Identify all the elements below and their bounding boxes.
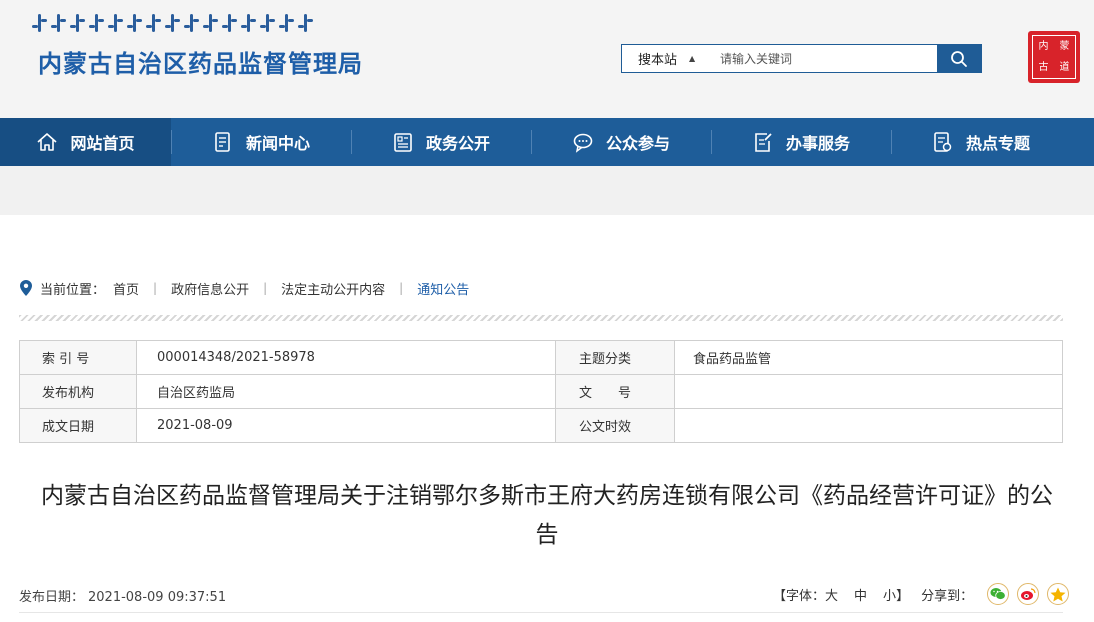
meta-value xyxy=(674,374,1063,409)
nav-item-government-affairs[interactable]: 政务公开 xyxy=(351,118,531,166)
caret-up-icon: ▲ xyxy=(689,54,696,63)
search-button[interactable] xyxy=(937,45,981,72)
document-icon xyxy=(394,133,412,152)
site-title[interactable]: 内蒙古自治区药品监督管理局 xyxy=(38,44,363,79)
nav-item-label: 办事服务 xyxy=(785,134,850,153)
nav-item-home[interactable]: 网站首页 xyxy=(0,118,171,166)
article-tools: 【字体： 大 中 小 】 分享到： xyxy=(773,583,1070,605)
search-scope-label: 搜本站 xyxy=(638,53,678,68)
breadcrumb-separator: | xyxy=(399,281,404,295)
table-row: 索 引 号 000014348/2021-58978 主题分类 食品药品监管 xyxy=(19,340,1063,375)
edit-form-icon xyxy=(755,133,772,152)
meta-label: 文 号 xyxy=(555,374,675,409)
divider-stripe xyxy=(19,315,1063,321)
font-size-small[interactable]: 小 xyxy=(883,585,896,604)
article-title: 内蒙古自治区药品监督管理局关于注销鄂尔多斯市王府大药房连锁有限公司《药品经营许可… xyxy=(41,483,1053,548)
nav-item-services[interactable]: 办事服务 xyxy=(711,118,891,166)
weibo-icon xyxy=(1021,588,1036,600)
breadcrumb-separator: | xyxy=(153,281,158,295)
topic-icon xyxy=(934,132,952,152)
nav-item-label: 新闻中心 xyxy=(245,134,310,153)
font-size-medium[interactable]: 中 xyxy=(854,585,867,604)
share-favorite-button[interactable] xyxy=(1047,583,1070,605)
nav-item-public-participation[interactable]: 公众参与 xyxy=(531,118,711,166)
publish-date: 发布日期： 2021-08-09 09:37:51 xyxy=(19,586,226,605)
chat-icon xyxy=(573,133,593,153)
breadcrumb-link-notices[interactable]: 通知公告 xyxy=(417,279,469,298)
breadcrumb-link-statutory[interactable]: 法定主动公开内容 xyxy=(281,279,385,298)
meta-label: 主题分类 xyxy=(555,340,675,375)
breadcrumb: 当前位置： 首页 | 政府信息公开 | 法定主动公开内容 | 通知公告 xyxy=(20,278,469,298)
breadcrumb-link-home[interactable]: 首页 xyxy=(113,279,139,298)
breadcrumb-link-gov-info[interactable]: 政府信息公开 xyxy=(171,279,249,298)
font-size-prefix: 【字体： xyxy=(773,588,826,604)
nav-item-label: 公众参与 xyxy=(605,134,670,153)
divider-line xyxy=(19,612,1063,613)
seal-logo: 内 蒙 古 道 xyxy=(1028,31,1080,83)
nav-item-label: 网站首页 xyxy=(70,134,135,153)
seal-char: 蒙 xyxy=(1059,40,1070,52)
nav-item-news[interactable]: 新闻中心 xyxy=(171,118,351,166)
site-header: 内蒙古自治区药品监督管理局 搜本站 ▲ 内 蒙 古 道 xyxy=(0,0,1094,118)
meta-label: 成文日期 xyxy=(19,408,137,443)
main-nav: 网站首页 新闻中心 政务公开 公众参与 办事服务 热点专题 xyxy=(0,118,1094,166)
meta-value xyxy=(674,408,1063,443)
location-pin-icon xyxy=(20,280,32,296)
nav-item-hot-topics[interactable]: 热点专题 xyxy=(891,118,1071,166)
search-scope-select[interactable]: 搜本站 ▲ xyxy=(622,45,710,72)
share-wechat-button[interactable] xyxy=(987,583,1010,605)
table-row: 成文日期 2021-08-09 公文时效 xyxy=(19,408,1063,443)
share-label: 分享到： xyxy=(921,588,974,604)
search-input[interactable] xyxy=(710,45,937,72)
meta-value: 000014348/2021-58978 xyxy=(136,340,556,375)
seal-char: 道 xyxy=(1059,61,1070,73)
meta-label: 公文时效 xyxy=(555,408,675,443)
publish-date-label: 发布日期： xyxy=(19,590,85,605)
meta-value: 2021-08-09 xyxy=(136,408,556,443)
news-icon xyxy=(215,132,230,152)
wechat-icon xyxy=(990,588,1006,600)
home-icon xyxy=(37,133,58,151)
meta-label: 发布机构 xyxy=(19,374,137,409)
favorite-star-icon xyxy=(1050,587,1066,601)
banner-area xyxy=(0,166,1094,215)
font-size-large[interactable]: 大 xyxy=(825,585,838,604)
breadcrumb-prefix: 当前位置： xyxy=(40,282,106,298)
seal-char: 古 xyxy=(1038,61,1049,73)
font-size-suffix: 】 xyxy=(896,588,910,604)
breadcrumb-separator: | xyxy=(263,281,268,295)
document-meta-table: 索 引 号 000014348/2021-58978 主题分类 食品药品监管 发… xyxy=(19,340,1063,443)
meta-value: 食品药品监管 xyxy=(674,340,1063,375)
share-weibo-button[interactable] xyxy=(1017,583,1040,605)
search-box: 搜本站 ▲ xyxy=(621,44,982,73)
meta-value: 自治区药监局 xyxy=(136,374,556,409)
table-row: 发布机构 自治区药监局 文 号 xyxy=(19,374,1063,409)
search-icon xyxy=(951,50,967,67)
seal-char: 内 xyxy=(1038,40,1049,52)
meta-label: 索 引 号 xyxy=(19,340,137,375)
mongolian-script-title xyxy=(32,12,313,34)
publish-date-value: 2021-08-09 09:37:51 xyxy=(88,590,227,605)
nav-item-label: 政务公开 xyxy=(425,134,490,153)
nav-item-label: 热点专题 xyxy=(965,134,1030,153)
